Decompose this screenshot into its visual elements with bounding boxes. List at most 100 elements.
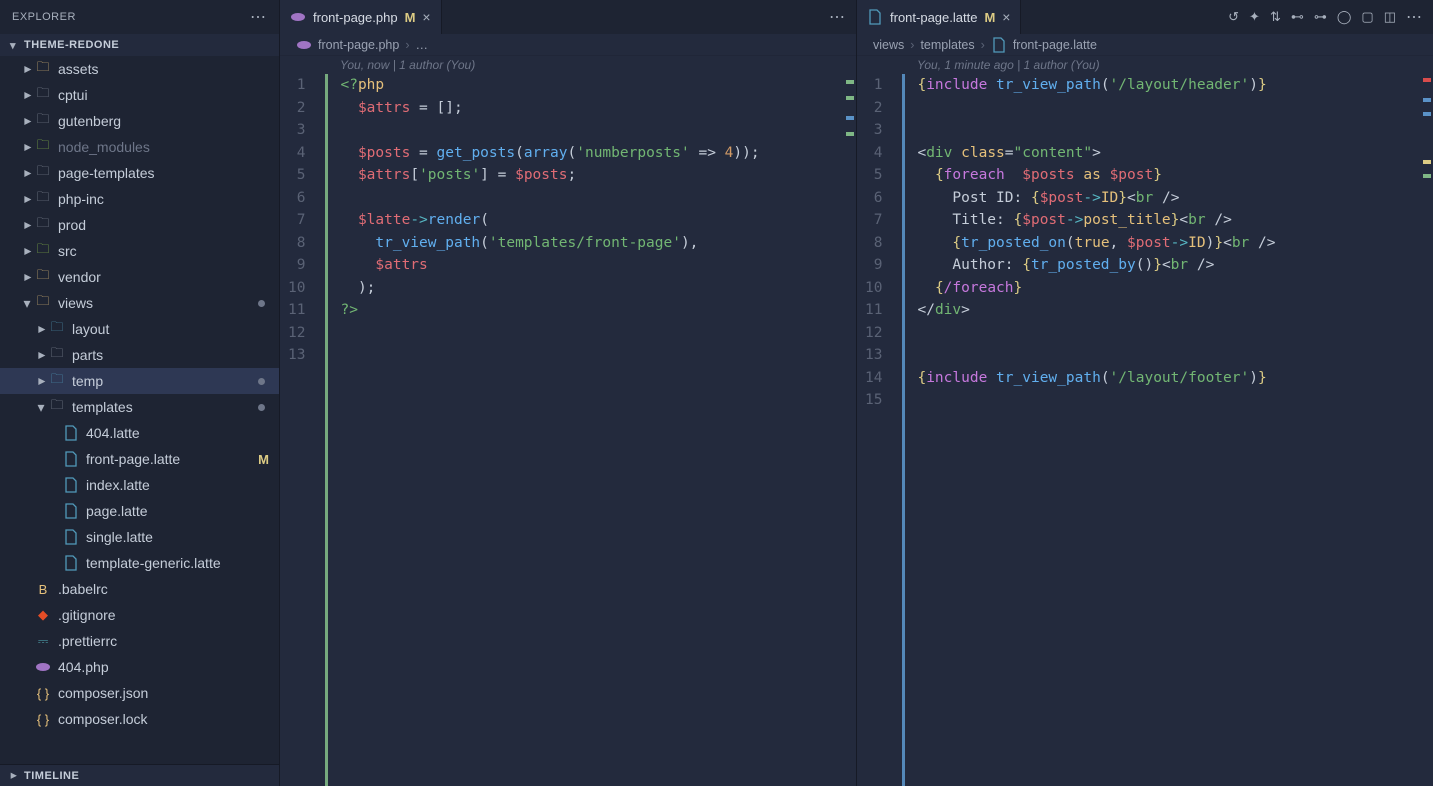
chevron-icon: ▾: [33, 348, 50, 362]
tree-item-label: .gitignore: [58, 607, 116, 623]
minimap-right[interactable]: [1419, 74, 1433, 786]
tree-item-composer-json[interactable]: { }composer.json: [0, 680, 279, 706]
tree-item-single-latte[interactable]: single.latte: [0, 524, 279, 550]
prt-icon: ⎓: [34, 632, 52, 650]
chevron-icon: ▾: [19, 140, 36, 154]
tree-item-vendor[interactable]: ▾🗀vendor: [0, 264, 279, 290]
close-icon[interactable]: ×: [422, 9, 430, 25]
project-section-header[interactable]: ▾ THEME-REDONE: [0, 34, 279, 56]
undo-icon[interactable]: ⊶: [1314, 9, 1327, 25]
breadcrumb-item: templates: [920, 38, 974, 52]
tree-item-label: .prettierrc: [58, 633, 117, 649]
chevron-icon: ▾: [34, 399, 48, 416]
breadcrumb-item: front-page.latte: [1013, 38, 1097, 52]
timeline-section-header[interactable]: ▾ TIMELINE: [0, 764, 279, 786]
square-icon[interactable]: ▢: [1361, 9, 1373, 25]
split-icon[interactable]: ◫: [1384, 9, 1396, 25]
php-icon: [34, 658, 52, 676]
tree-item-label: vendor: [58, 269, 101, 285]
tree-item-label: assets: [58, 61, 98, 77]
explorer-more-icon[interactable]: ⋯: [250, 7, 267, 27]
tabbar-right: front-page.latte M × ↺ ✦ ⇅ ⊷ ⊶ ◯ ▢ ◫ ⋯: [857, 0, 1433, 34]
close-icon[interactable]: ×: [1002, 9, 1010, 25]
tree-item-label: .babelrc: [58, 581, 108, 597]
explorer-title: EXPLORER: [12, 11, 76, 23]
tree-item-label: gutenberg: [58, 113, 121, 129]
code-editor-left[interactable]: 12345678910111213 <?php $attrs = []; $po…: [280, 74, 856, 786]
tree-item-label: page-templates: [58, 165, 155, 181]
code-editor-right[interactable]: 123456789101112131415 {include tr_view_p…: [857, 74, 1433, 786]
project-name: THEME-REDONE: [24, 39, 119, 51]
tree-item-parts[interactable]: ▾🗀parts: [0, 342, 279, 368]
jsn-icon: { }: [34, 684, 52, 702]
tree-item-php-inc[interactable]: ▾🗀php-inc: [0, 186, 279, 212]
chevron-icon: ▾: [19, 166, 36, 180]
tree-item-assets[interactable]: ▾🗀assets: [0, 56, 279, 82]
tree-item-templates[interactable]: ▾🗀templates: [0, 394, 279, 420]
tree-item--gitignore[interactable]: ◆.gitignore: [0, 602, 279, 628]
breadcrumb-left[interactable]: front-page.php › …: [280, 34, 856, 56]
chevron-icon: ▾: [19, 218, 36, 232]
tree-item-label: page.latte: [86, 503, 148, 519]
php-icon: [290, 9, 306, 25]
tree-item-layout[interactable]: ▾🗀layout: [0, 316, 279, 342]
modified-badge: M: [984, 10, 995, 25]
tree-item-gutenberg[interactable]: ▾🗀gutenberg: [0, 108, 279, 134]
copilot-icon[interactable]: ✦: [1249, 9, 1260, 25]
more-icon[interactable]: ⋯: [829, 7, 846, 27]
folder-icon: 🗀: [48, 398, 66, 416]
chevron-down-icon: ▾: [6, 39, 20, 52]
tree-item-label: src: [58, 243, 77, 259]
more-icon[interactable]: ⋯: [1406, 7, 1423, 27]
diff-bar: [902, 74, 905, 786]
tree-item--babelrc[interactable]: B.babelrc: [0, 576, 279, 602]
breadcrumb-item: front-page.php: [318, 38, 399, 52]
diff-icon[interactable]: ⇅: [1270, 9, 1281, 25]
folder-icon: 🗀: [34, 294, 52, 312]
folder-icon: 🗀: [34, 190, 52, 208]
tree-item-cptui[interactable]: ▾🗀cptui: [0, 82, 279, 108]
folder-icon: 🗀: [48, 372, 66, 390]
breadcrumb-right[interactable]: views › templates › front-page.latte: [857, 34, 1433, 56]
gutter-left: 12345678910111213: [280, 74, 325, 786]
editor-group: front-page.php M × ⋯ front-page.php › … …: [280, 0, 1433, 786]
folder-icon: 🗀: [48, 320, 66, 338]
file-tree[interactable]: ▾🗀assets▾🗀cptui▾🗀gutenberg▾🗀node_modules…: [0, 56, 279, 764]
folder-icon: 🗀: [34, 216, 52, 234]
code-content-right[interactable]: {include tr_view_path('/layout/header')}…: [905, 74, 1433, 786]
file-icon: [991, 37, 1007, 53]
tree-item-page-latte[interactable]: page.latte: [0, 498, 279, 524]
tree-item-node-modules[interactable]: ▾🗀node_modules: [0, 134, 279, 160]
circle-icon[interactable]: ◯: [1337, 9, 1352, 25]
tree-item-index-latte[interactable]: index.latte: [0, 472, 279, 498]
folder-icon: 🗀: [34, 138, 52, 156]
commit-icon[interactable]: ⊷: [1291, 9, 1304, 25]
tabbar-left: front-page.php M × ⋯: [280, 0, 856, 34]
history-icon[interactable]: ↺: [1228, 9, 1239, 25]
tree-item-temp[interactable]: ▾🗀temp: [0, 368, 279, 394]
tab-front-page-latte[interactable]: front-page.latte M ×: [857, 0, 1021, 34]
tree-item-front-page-latte[interactable]: front-page.latteM: [0, 446, 279, 472]
tree-item-label: cptui: [58, 87, 88, 103]
tree-item--prettierrc[interactable]: ⎓ .prettierrc: [0, 628, 279, 654]
code-content-left[interactable]: <?php $attrs = []; $posts = get_posts(ar…: [328, 74, 856, 786]
breadcrumb-item: …: [415, 38, 428, 52]
tree-item-label: views: [58, 295, 93, 311]
tree-item-src[interactable]: ▾🗀src: [0, 238, 279, 264]
latte-icon: [62, 502, 80, 520]
tree-item-404-latte[interactable]: 404.latte: [0, 420, 279, 446]
tree-item-composer-lock[interactable]: { }composer.lock: [0, 706, 279, 732]
tree-item-404-php[interactable]: 404.php: [0, 654, 279, 680]
tree-item-label: temp: [72, 373, 103, 389]
tree-item-label: layout: [72, 321, 109, 337]
timeline-title: TIMELINE: [24, 770, 79, 782]
php-icon: [296, 37, 312, 53]
tab-front-page-php[interactable]: front-page.php M ×: [280, 0, 442, 34]
tree-item-template-generic-latte[interactable]: template-generic.latte: [0, 550, 279, 576]
tree-item-prod[interactable]: ▾🗀 prod: [0, 212, 279, 238]
tree-item-label: prod: [58, 217, 86, 233]
tree-item-views[interactable]: ▾🗀views: [0, 290, 279, 316]
tree-item-page-templates[interactable]: ▾🗀page-templates: [0, 160, 279, 186]
minimap-left[interactable]: [842, 74, 856, 786]
folder-icon: 🗀: [34, 242, 52, 260]
